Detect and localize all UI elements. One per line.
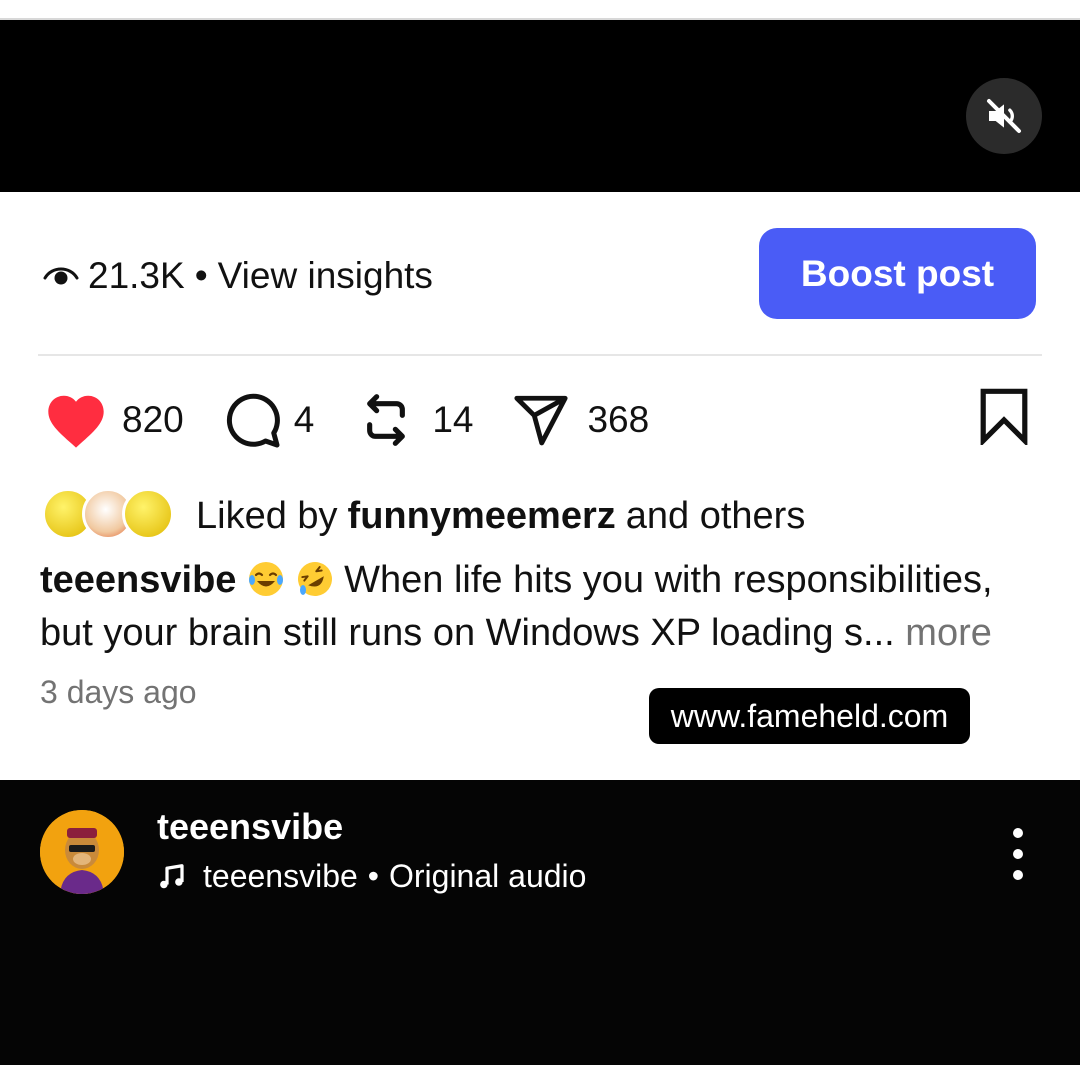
video-player-top[interactable] [0,20,1080,192]
music-note-icon [160,863,184,888]
liked-by-suffix: and others [625,494,806,537]
caption-more-link[interactable]: more [905,612,992,654]
audio-label: Original audio [388,858,587,894]
mute-icon [987,99,1021,133]
top-strip [0,0,1080,20]
liked-by-user[interactable]: funnymeemerz [348,495,616,538]
rolling-laughing-emoji-icon [297,562,332,596]
repost-button[interactable]: 14 [358,390,473,450]
bookmark-icon [980,388,1028,447]
audio-attribution[interactable]: teeensvibe • Original audio [157,858,586,895]
comment-button[interactable]: 4 [222,390,315,450]
audio-user: teeensvibe [203,858,358,894]
eye-icon [43,267,79,285]
boost-post-button[interactable]: Boost post [759,228,1036,319]
like-count: 820 [122,399,184,440]
more-options-button[interactable] [1008,828,1028,880]
heart-icon [48,395,104,448]
tears-of-joy-emoji-icon [249,562,284,596]
share-icon [514,395,569,446]
ape-avatar-image [40,810,124,894]
post-caption: teeensvibe When life hits you with respo… [40,554,1050,660]
action-bar: 820 4 14 368 [44,388,649,452]
repost-count: 14 [432,399,474,440]
liker-avatar [122,488,174,540]
share-button[interactable]: 368 [511,391,649,449]
view-count: 21.3K [88,255,185,296]
divider [38,354,1042,356]
liked-by-prefix: Liked by [196,494,338,537]
audio-separator: • [367,858,379,894]
caption-username[interactable]: teeensvibe [40,559,236,601]
view-insights-row[interactable]: 21.3K • View insights [42,248,433,304]
comment-icon [226,393,280,448]
separator-dot: • [194,255,208,296]
post-timestamp: 3 days ago [40,674,197,710]
liker-avatars [42,488,174,544]
repost-icon [367,394,406,446]
author-avatar[interactable] [40,810,124,894]
share-count: 368 [587,399,650,440]
mute-button[interactable] [966,78,1042,154]
more-vertical-icon [1013,828,1023,838]
reel-author-name[interactable]: teeensvibe [157,806,343,848]
watermark-label: www.fameheld.com [649,688,970,744]
like-button[interactable]: 820 [44,391,184,449]
liked-by-row[interactable]: Liked by funnymeemerz and others [42,486,805,546]
view-insights-link[interactable]: View insights [218,255,433,297]
save-button[interactable] [978,387,1030,450]
comment-count: 4 [293,399,315,440]
